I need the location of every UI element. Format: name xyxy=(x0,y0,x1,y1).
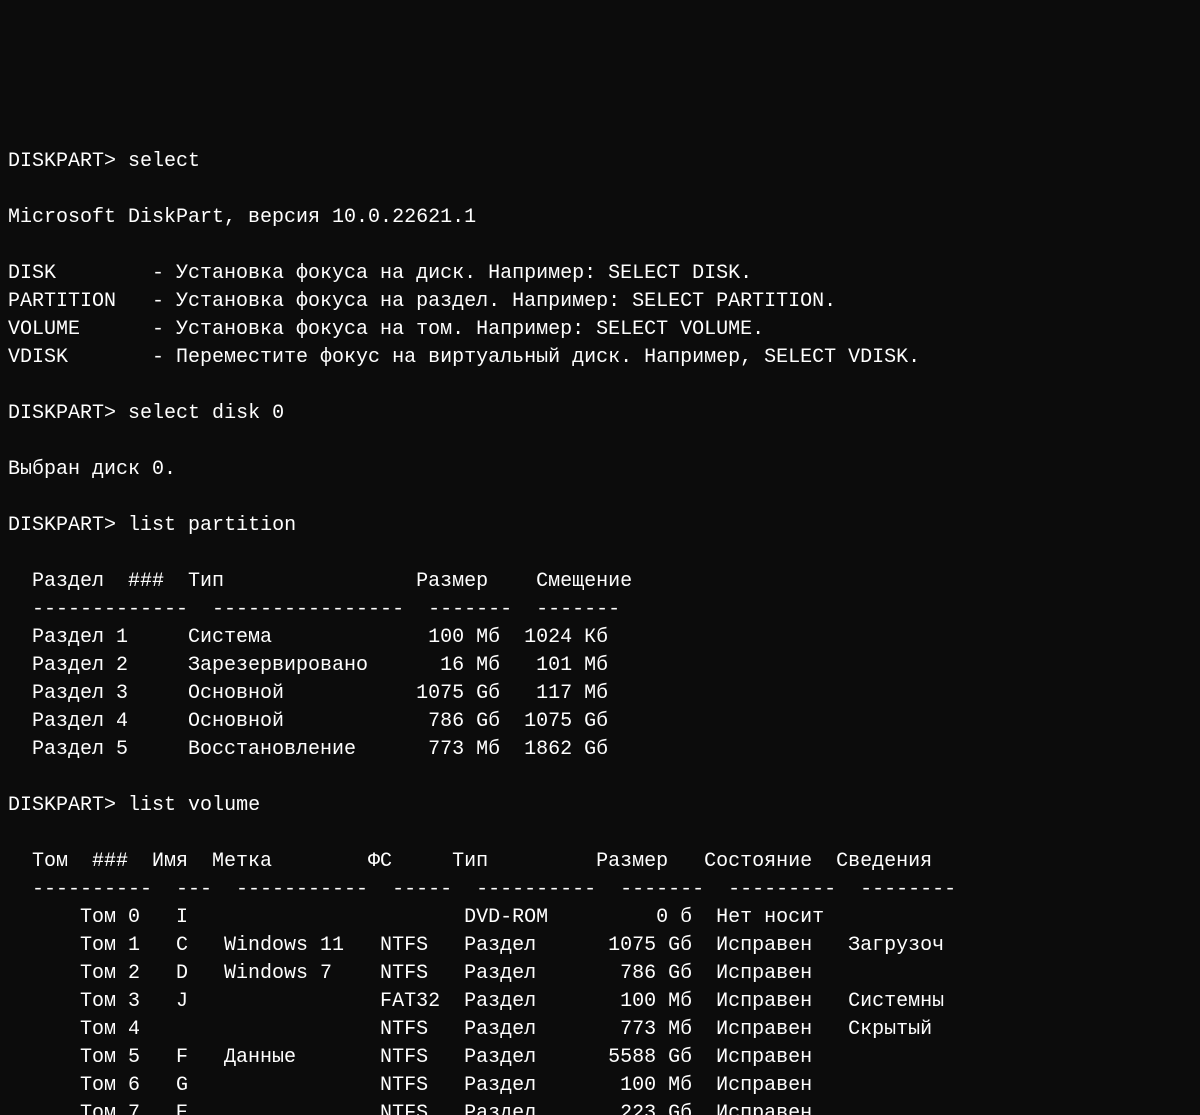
prompt: DISKPART> xyxy=(8,402,116,425)
space xyxy=(116,150,128,173)
command-list-partition: list partition xyxy=(128,514,296,537)
partition-table: Раздел ### Тип Размер Смещение ---------… xyxy=(8,570,632,761)
terminal-output[interactable]: DISKPART> select Microsoft DiskPart, вер… xyxy=(0,140,1200,1115)
help-block: DISK - Установка фокуса на диск. Наприме… xyxy=(8,262,920,369)
space xyxy=(116,794,128,817)
volume-table: Том ### Имя Метка ФС Тип Размер Состояни… xyxy=(8,850,956,1115)
space xyxy=(116,402,128,425)
prompt: DISKPART> xyxy=(8,794,116,817)
space xyxy=(116,514,128,537)
prompt: DISKPART> xyxy=(8,514,116,537)
command-select: select xyxy=(128,150,200,173)
disk-selected-message: Выбран диск 0. xyxy=(8,458,176,481)
prompt: DISKPART> xyxy=(8,150,116,173)
version-line: Microsoft DiskPart, версия 10.0.22621.1 xyxy=(8,206,476,229)
command-list-volume: list volume xyxy=(128,794,260,817)
command-select-disk: select disk 0 xyxy=(128,402,284,425)
